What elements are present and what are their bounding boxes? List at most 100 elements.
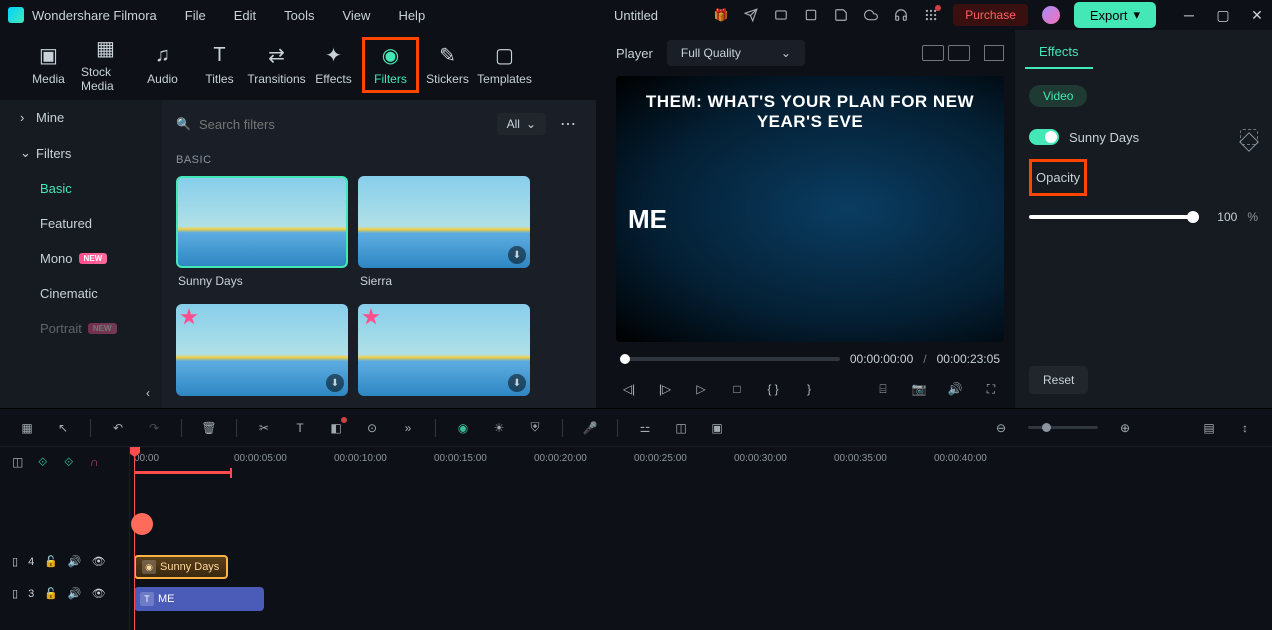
- download-icon[interactable]: ⬇: [508, 374, 526, 392]
- tab-titles[interactable]: TTitles: [191, 40, 248, 90]
- tab-stickers[interactable]: ✎Stickers: [419, 40, 476, 90]
- tab-effects[interactable]: ✦Effects: [305, 40, 362, 90]
- link2-icon[interactable]: ⟐: [38, 455, 54, 471]
- thumb-4[interactable]: ⬇: [358, 304, 530, 396]
- redo-icon[interactable]: ↷: [145, 419, 163, 437]
- sidebar-item-basic[interactable]: Basic: [0, 171, 162, 206]
- marker-circle[interactable]: [131, 513, 153, 535]
- menu-tools[interactable]: Tools: [284, 8, 314, 23]
- mute-icon[interactable]: 🔊: [68, 587, 82, 600]
- visibility-icon[interactable]: 👁: [92, 555, 106, 568]
- export-button[interactable]: Export▾: [1074, 2, 1156, 28]
- sidebar-item-mono[interactable]: MonoNEW: [0, 241, 162, 276]
- stop-button[interactable]: □: [728, 380, 746, 398]
- sidebar-filters[interactable]: ⌄Filters: [0, 135, 162, 171]
- text-icon[interactable]: T: [291, 419, 309, 437]
- undo-icon[interactable]: ↶: [109, 419, 127, 437]
- tab-audio[interactable]: ♫Audio: [134, 40, 191, 90]
- menu-file[interactable]: File: [185, 8, 206, 23]
- download-icon[interactable]: ⬇: [508, 246, 526, 264]
- sidebar-mine[interactable]: ›Mine: [0, 100, 162, 135]
- tab-templates[interactable]: ▢Templates: [476, 40, 533, 90]
- play-button[interactable]: ▷: [692, 380, 710, 398]
- magnet-icon[interactable]: ∩: [90, 455, 106, 471]
- menu-view[interactable]: View: [342, 8, 370, 23]
- send-icon[interactable]: [743, 7, 759, 23]
- playhead[interactable]: [134, 447, 135, 630]
- marker-add-icon[interactable]: ▣: [708, 419, 726, 437]
- tab-media[interactable]: ▣Media: [20, 40, 77, 90]
- camera-button[interactable]: 📷: [910, 380, 928, 398]
- visibility-icon[interactable]: 👁: [92, 587, 106, 600]
- favorite-icon[interactable]: [180, 308, 198, 326]
- cloud-icon[interactable]: [863, 7, 879, 23]
- purchase-button[interactable]: Purchase: [953, 4, 1028, 26]
- screen-rec-icon[interactable]: [773, 7, 789, 23]
- tab-stock-media[interactable]: ▦Stock Media: [77, 33, 134, 97]
- sidebar-item-cinematic[interactable]: Cinematic: [0, 276, 162, 311]
- zoom-slider[interactable]: [1028, 426, 1098, 429]
- more-tools-icon[interactable]: »: [399, 419, 417, 437]
- link3-icon[interactable]: ⟐: [64, 455, 80, 471]
- zoom-out-icon[interactable]: ⊖: [992, 419, 1010, 437]
- shield-icon[interactable]: ⛨: [526, 419, 544, 437]
- menu-edit[interactable]: Edit: [234, 8, 256, 23]
- adjust-icon[interactable]: ◫: [672, 419, 690, 437]
- track-4-label[interactable]: ▯4 🔓 🔊 👁: [12, 555, 106, 568]
- lock-icon[interactable]: 🔓: [44, 555, 58, 568]
- splitter[interactable]: [596, 30, 606, 408]
- delete-icon[interactable]: 🗑: [200, 419, 218, 437]
- preview-area[interactable]: THEM: WHAT'S YOUR PLAN FOR NEW YEAR'S EV…: [616, 76, 1004, 342]
- fullscreen-button[interactable]: ⛶: [982, 380, 1000, 398]
- opacity-slider[interactable]: [1029, 215, 1199, 219]
- tab-filters[interactable]: ◉Filters: [362, 37, 419, 93]
- zoom-in-icon[interactable]: ⊕: [1116, 419, 1134, 437]
- cursor-icon[interactable]: ↖: [54, 419, 72, 437]
- reset-button[interactable]: Reset: [1029, 366, 1088, 394]
- thumb-sunny-days[interactable]: [176, 176, 348, 268]
- mute-icon[interactable]: 🔊: [68, 555, 82, 568]
- range-end[interactable]: [230, 468, 232, 478]
- clip-filter[interactable]: ◉Sunny Days: [134, 555, 228, 579]
- display-button[interactable]: ⌸: [874, 380, 892, 398]
- track-3-label[interactable]: ▯3 🔓 🔊 👁: [12, 587, 106, 600]
- quality-dropdown[interactable]: Full Quality⌄: [667, 40, 805, 66]
- menu-help[interactable]: Help: [398, 8, 425, 23]
- split-icon[interactable]: ✂: [255, 419, 273, 437]
- more-button[interactable]: ⋯: [556, 110, 582, 138]
- clip-video[interactable]: TME: [134, 587, 264, 611]
- thumb-sierra[interactable]: ⬇: [358, 176, 530, 268]
- fit-icon[interactable]: ▤: [1200, 419, 1218, 437]
- download-icon[interactable]: ⬇: [326, 374, 344, 392]
- play-backward-button[interactable]: |▷: [656, 380, 674, 398]
- gift-icon[interactable]: 🎁: [713, 7, 729, 23]
- crop-icon[interactable]: ◧: [327, 419, 345, 437]
- ai-icon[interactable]: ◉: [454, 419, 472, 437]
- volume-button[interactable]: 🔊: [946, 380, 964, 398]
- collapse-sidebar-button[interactable]: ‹: [134, 378, 162, 408]
- speed-icon[interactable]: ⊙: [363, 419, 381, 437]
- avatar[interactable]: [1042, 6, 1060, 24]
- save-icon[interactable]: [833, 7, 849, 23]
- link1-icon[interactable]: ◫: [12, 455, 28, 471]
- apps-icon[interactable]: [923, 7, 939, 23]
- close-button[interactable]: ✕: [1250, 8, 1264, 22]
- fit2-icon[interactable]: ↕: [1236, 419, 1254, 437]
- color-icon[interactable]: ☀: [490, 419, 508, 437]
- view-toggle[interactable]: [922, 45, 970, 61]
- thumb-3[interactable]: ⬇: [176, 304, 348, 396]
- snapshot-icon[interactable]: [984, 45, 1004, 61]
- effects-tab[interactable]: Effects: [1025, 36, 1093, 69]
- sidebar-item-featured[interactable]: Featured: [0, 206, 162, 241]
- ruler[interactable]: 00:00 00:00:05:00 00:00:10:00 00:00:15:0…: [130, 447, 1272, 483]
- layout-icon[interactable]: ▦: [18, 419, 36, 437]
- marker2-button[interactable]: }: [800, 380, 818, 398]
- device-icon[interactable]: [803, 7, 819, 23]
- headphones-icon[interactable]: [893, 7, 909, 23]
- lock-icon[interactable]: 🔓: [44, 587, 58, 600]
- favorite-icon[interactable]: [362, 308, 380, 326]
- filter-toggle[interactable]: [1029, 129, 1059, 145]
- marker-button[interactable]: { }: [764, 380, 782, 398]
- mixer-icon[interactable]: ⚍: [636, 419, 654, 437]
- video-pill[interactable]: Video: [1029, 85, 1087, 107]
